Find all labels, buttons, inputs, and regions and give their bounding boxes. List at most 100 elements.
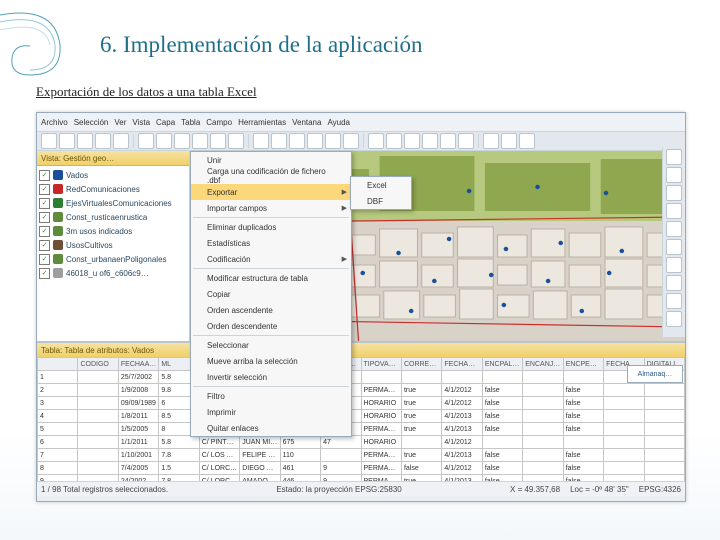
export-excel[interactable]: Excel bbox=[351, 177, 411, 193]
toolbar-button[interactable] bbox=[343, 133, 359, 149]
right-tool[interactable] bbox=[666, 221, 682, 237]
layer-row[interactable]: ✓UsosCultivos bbox=[39, 238, 187, 252]
layer-row[interactable]: ✓Const_urbanaenPoligonales bbox=[39, 252, 187, 266]
menu-archivo[interactable]: Archivo bbox=[41, 118, 68, 127]
layer-row[interactable]: ✓Const_rusticaenrustica bbox=[39, 210, 187, 224]
table-row[interactable]: 51/5/20058AV/ DE LAS DELICIAS 34PABLO LL… bbox=[38, 423, 685, 436]
menu-tabla[interactable]: Tabla bbox=[181, 118, 200, 127]
ctx-carga-una-codificaci-n-de-fichero-dbf[interactable]: Carga una codificación de fichero .dbf bbox=[191, 168, 351, 184]
right-tool[interactable] bbox=[666, 311, 682, 327]
toolbar-button[interactable] bbox=[440, 133, 456, 149]
table-row[interactable]: 21/9/20089.8C/ RAIMBO 5JOSE LUIS PEREZ33… bbox=[38, 384, 685, 397]
attribute-table-scroll[interactable]: CODIGOFECHAALTAMLDIRECCIONPROPIETARINUMP… bbox=[37, 357, 685, 481]
right-tool[interactable] bbox=[666, 149, 682, 165]
menu-ventana[interactable]: Ventana bbox=[292, 118, 321, 127]
toolbar-button[interactable] bbox=[138, 133, 154, 149]
toolbar-button[interactable] bbox=[386, 133, 402, 149]
ctx-orden-ascendente[interactable]: Orden ascendente bbox=[191, 302, 351, 318]
layer-checkbox[interactable]: ✓ bbox=[39, 268, 50, 279]
toolbar-button[interactable] bbox=[41, 133, 57, 149]
ctx-orden-descendente[interactable]: Orden descendente bbox=[191, 318, 351, 334]
layer-checkbox[interactable]: ✓ bbox=[39, 184, 50, 195]
table-row[interactable]: 61/1/20115.8C/ PINTOR 40JUAN MIR GASTIA6… bbox=[38, 436, 685, 449]
toolbar-button[interactable] bbox=[192, 133, 208, 149]
layer-row[interactable]: ✓EjesVirtualesComunicaciones bbox=[39, 196, 187, 210]
toolbar-button[interactable] bbox=[289, 133, 305, 149]
menu-capa[interactable]: Capa bbox=[156, 118, 175, 127]
table-row[interactable]: 309/09/19896C/ PERAYREC/ ALONSO TORRENTE… bbox=[38, 397, 685, 410]
col-header[interactable]: ENCPALPEA bbox=[482, 358, 522, 371]
col-header[interactable]: ENCPENDRAMP bbox=[563, 358, 603, 371]
table-row[interactable]: 125/7/20025.8RAUL VILAPLANA bbox=[38, 371, 685, 384]
attribute-table-tab[interactable]: Tabla: Tabla de atributos: Vados bbox=[37, 343, 685, 357]
toolbar-button[interactable] bbox=[368, 133, 384, 149]
toolbar-button[interactable] bbox=[174, 133, 190, 149]
col-header[interactable]: FECHAREVIS bbox=[442, 358, 482, 371]
map-viewport[interactable]: UnirCarga una codificación de fichero .d… bbox=[190, 151, 685, 341]
toolbar-button[interactable] bbox=[271, 133, 287, 149]
layer-checkbox[interactable]: ✓ bbox=[39, 254, 50, 265]
menu-vista[interactable]: Vista bbox=[132, 118, 150, 127]
ctx-mueve-arriba-la-selecci-n[interactable]: Mueve arriba la selección bbox=[191, 353, 351, 369]
toolbar-button[interactable] bbox=[95, 133, 111, 149]
toolbar-button[interactable] bbox=[483, 133, 499, 149]
right-tool[interactable] bbox=[666, 257, 682, 273]
col-header[interactable]: TIPOVADO bbox=[361, 358, 401, 371]
toolbar-button[interactable] bbox=[253, 133, 269, 149]
col-header[interactable] bbox=[38, 358, 78, 371]
col-header[interactable]: FECHAALTA bbox=[118, 358, 158, 371]
layer-checkbox[interactable]: ✓ bbox=[39, 170, 50, 181]
toolbar-button[interactable] bbox=[501, 133, 517, 149]
menu-ayuda[interactable]: Ayuda bbox=[327, 118, 350, 127]
ctx-modificar-estructura-de-tabla[interactable]: Modificar estructura de tabla bbox=[191, 270, 351, 286]
almanac-button[interactable]: Almanaq… bbox=[627, 365, 683, 383]
export-dbf[interactable]: DBF bbox=[351, 193, 411, 209]
layers-panel-tab[interactable]: Vista: Gestión geo… bbox=[37, 151, 189, 166]
toolbar-button[interactable] bbox=[422, 133, 438, 149]
ctx-codificaci-n[interactable]: Codificación▶ bbox=[191, 251, 351, 267]
layer-checkbox[interactable]: ✓ bbox=[39, 212, 50, 223]
toolbar-button[interactable] bbox=[228, 133, 244, 149]
toolbar-button[interactable] bbox=[325, 133, 341, 149]
ctx-unir[interactable]: Unir bbox=[191, 152, 351, 168]
layer-row[interactable]: ✓Vados bbox=[39, 168, 187, 182]
toolbar-button[interactable] bbox=[59, 133, 75, 149]
ctx-quitar-enlaces[interactable]: Quitar enlaces bbox=[191, 420, 351, 436]
right-tool[interactable] bbox=[666, 239, 682, 255]
toolbar-button[interactable] bbox=[307, 133, 323, 149]
ctx-exportar[interactable]: Exportar▶ bbox=[191, 184, 351, 200]
ctx-imprimir[interactable]: Imprimir bbox=[191, 404, 351, 420]
layer-row[interactable]: ✓3m usos indicados bbox=[39, 224, 187, 238]
layer-checkbox[interactable]: ✓ bbox=[39, 240, 50, 251]
ctx-filtro[interactable]: Filtro bbox=[191, 388, 351, 404]
table-row[interactable]: 87/4/20051.5C/ LORCA 11DIEGO ANDRES4619P… bbox=[38, 462, 685, 475]
ctx-copiar[interactable]: Copiar bbox=[191, 286, 351, 302]
toolbar-button[interactable] bbox=[156, 133, 172, 149]
table-row[interactable]: 41/8/20118.5C/ VIRGEN DEL CARMEN 8MARIA … bbox=[38, 410, 685, 423]
layer-row[interactable]: ✓RedComunicaciones bbox=[39, 182, 187, 196]
ctx-importar-campos[interactable]: Importar campos▶ bbox=[191, 200, 351, 216]
toolbar-button[interactable] bbox=[113, 133, 129, 149]
right-tool[interactable] bbox=[666, 167, 682, 183]
toolbar-button[interactable] bbox=[210, 133, 226, 149]
layer-row[interactable]: ✓46018_u of6_c606c9… bbox=[39, 266, 187, 280]
table-row[interactable]: 71/10/20017.8C/ LOS ALFERECES 30FELIPE C… bbox=[38, 449, 685, 462]
layer-checkbox[interactable]: ✓ bbox=[39, 226, 50, 237]
col-header[interactable]: CODIGO bbox=[78, 358, 118, 371]
toolbar-button[interactable] bbox=[404, 133, 420, 149]
toolbar-button[interactable] bbox=[519, 133, 535, 149]
col-header[interactable]: CORRECTO bbox=[401, 358, 441, 371]
menu-ver[interactable]: Ver bbox=[114, 118, 126, 127]
ctx-eliminar-duplicados[interactable]: Eliminar duplicados bbox=[191, 219, 351, 235]
col-header[interactable]: ENCANJPROJ bbox=[523, 358, 563, 371]
menu-selección[interactable]: Selección bbox=[74, 118, 109, 127]
ctx-seleccionar[interactable]: Seleccionar bbox=[191, 337, 351, 353]
menu-campo[interactable]: Campo bbox=[206, 118, 232, 127]
ctx-invertir-selecci-n[interactable]: Invertir selección bbox=[191, 369, 351, 385]
right-tool[interactable] bbox=[666, 203, 682, 219]
right-tool[interactable] bbox=[666, 185, 682, 201]
toolbar-button[interactable] bbox=[77, 133, 93, 149]
toolbar-button[interactable] bbox=[458, 133, 474, 149]
ctx-estad-sticas[interactable]: Estadísticas bbox=[191, 235, 351, 251]
layer-checkbox[interactable]: ✓ bbox=[39, 198, 50, 209]
